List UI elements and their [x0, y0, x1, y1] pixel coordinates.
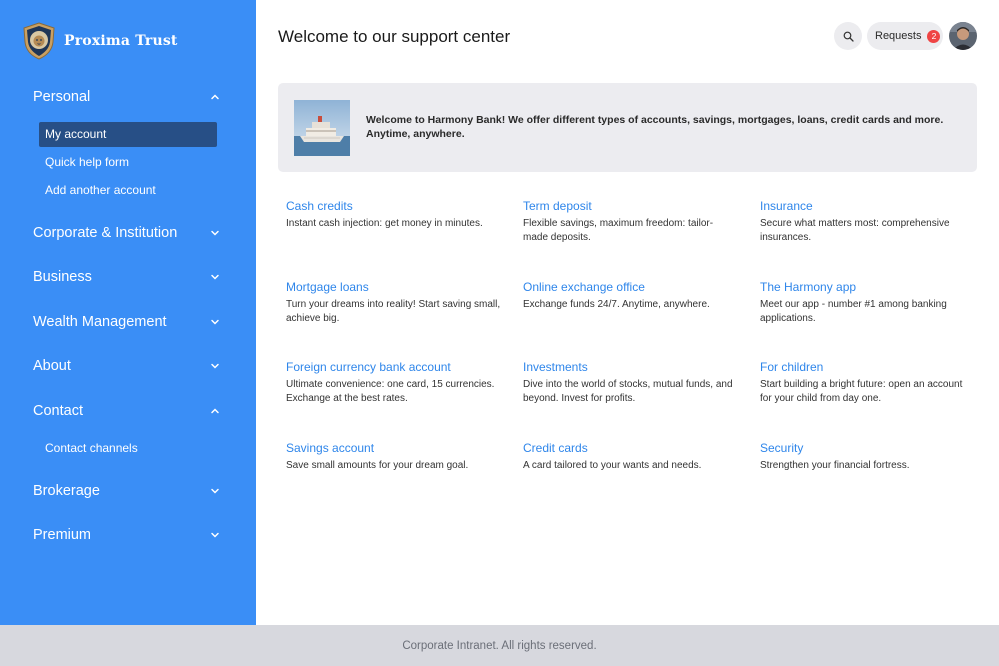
service-description: A card tailored to your wants and needs.	[523, 460, 702, 471]
chevron-down-icon	[211, 319, 219, 325]
nav-section-corporate[interactable]: Corporate & Institution	[33, 225, 221, 241]
nav-section-label: Premium	[33, 527, 92, 543]
service-link[interactable]: Cash credits	[286, 199, 501, 213]
chevron-down-icon	[211, 488, 219, 494]
service-card-online-exchange-office: Online exchange office Exchange funds 24…	[523, 280, 738, 312]
welcome-banner: Welcome to Harmony Bank! We offer differ…	[278, 83, 977, 172]
sidebar-item-quick-help-form[interactable]: Quick help form	[39, 150, 217, 175]
service-description: Ultimate convenience: one card, 15 curre…	[286, 379, 495, 404]
brand-logo[interactable]: Proxima Trust	[22, 22, 178, 60]
nav-section-label: Contact	[33, 403, 83, 419]
brand-name: Proxima Trust	[64, 33, 178, 49]
lion-shield-icon	[23, 22, 55, 60]
banner-image	[294, 100, 350, 156]
service-description: Flexible savings, maximum freedom: tailo…	[523, 218, 714, 243]
footer: Corporate Intranet. All rights reserved.	[0, 625, 999, 666]
ship-image-icon	[294, 100, 350, 156]
service-link[interactable]: Security	[760, 441, 975, 455]
sidebar-item-my-account[interactable]: My account	[39, 122, 217, 147]
service-card-cash-credits: Cash credits Instant cash injection: get…	[286, 199, 501, 231]
nav-section-label: Business	[33, 269, 92, 285]
sidebar-item-add-another-account[interactable]: Add another account	[39, 178, 217, 203]
search-button[interactable]	[834, 22, 862, 50]
avatar[interactable]	[949, 22, 977, 50]
service-link[interactable]: Mortgage loans	[286, 280, 501, 294]
service-link[interactable]: Term deposit	[523, 199, 738, 213]
chevron-down-icon	[211, 363, 219, 369]
sidebar: Proxima Trust Personal My account Quick …	[0, 0, 256, 625]
service-card-foreign-currency-account: Foreign currency bank account Ultimate c…	[286, 360, 501, 406]
banner-text: Welcome to Harmony Bank! We offer differ…	[366, 114, 944, 140]
service-link[interactable]: For children	[760, 360, 975, 374]
nav-section-premium[interactable]: Premium	[33, 527, 221, 543]
service-card-savings-account: Savings account Save small amounts for y…	[286, 441, 501, 473]
service-link[interactable]: Insurance	[760, 199, 975, 213]
service-link[interactable]: Online exchange office	[523, 280, 738, 294]
chevron-down-icon	[211, 532, 219, 538]
nav-section-wealth-management[interactable]: Wealth Management	[33, 314, 221, 330]
service-card-harmony-app: The Harmony app Meet our app - number #1…	[760, 280, 975, 326]
service-description: Turn your dreams into reality! Start sav…	[286, 299, 501, 324]
service-link[interactable]: The Harmony app	[760, 280, 975, 294]
requests-count-badge: 2	[927, 29, 941, 43]
service-card-mortgage-loans: Mortgage loans Turn your dreams into rea…	[286, 280, 501, 326]
sidebar-item-contact-channels[interactable]: Contact channels	[39, 436, 217, 461]
service-description: Instant cash injection: get money in min…	[286, 218, 483, 229]
requests-label: Requests	[875, 30, 922, 42]
nav-section-label: Personal	[33, 89, 91, 105]
nav-section-personal[interactable]: Personal	[33, 89, 221, 105]
service-card-security: Security Strengthen your financial fortr…	[760, 441, 975, 473]
nav-section-label: Brokerage	[33, 483, 100, 499]
nav-section-label: Wealth Management	[33, 314, 167, 330]
service-description: Meet our app - number #1 among banking a…	[760, 299, 947, 324]
chevron-up-icon	[211, 408, 219, 414]
service-card-investments: Investments Dive into the world of stock…	[523, 360, 738, 406]
service-link[interactable]: Savings account	[286, 441, 501, 455]
service-card-credit-cards: Credit cards A card tailored to your wan…	[523, 441, 738, 473]
service-card-term-deposit: Term deposit Flexible savings, maximum f…	[523, 199, 738, 245]
service-description: Save small amounts for your dream goal.	[286, 460, 469, 471]
nav-section-business[interactable]: Business	[33, 269, 221, 285]
user-avatar-icon	[949, 22, 977, 50]
service-link[interactable]: Foreign currency bank account	[286, 360, 501, 374]
nav-section-contact[interactable]: Contact	[33, 403, 221, 419]
chevron-down-icon	[211, 230, 219, 236]
nav-section-about[interactable]: About	[33, 358, 221, 374]
service-card-insurance: Insurance Secure what matters most: comp…	[760, 199, 975, 245]
service-description: Exchange funds 24/7. Anytime, anywhere.	[523, 299, 710, 310]
page-title: Welcome to our support center	[278, 27, 511, 46]
footer-text: Corporate Intranet. All rights reserved.	[402, 639, 597, 652]
requests-button[interactable]: Requests 2	[867, 22, 943, 50]
nav-section-label: About	[33, 358, 71, 374]
nav-section-brokerage[interactable]: Brokerage	[33, 483, 221, 499]
nav-section-label: Corporate & Institution	[33, 225, 178, 241]
service-description: Dive into the world of stocks, mutual fu…	[523, 379, 733, 404]
service-card-for-children: For children Start building a bright fut…	[760, 360, 975, 406]
service-description: Start building a bright future: open an …	[760, 379, 963, 404]
chevron-down-icon	[211, 274, 219, 280]
service-description: Secure what matters most: comprehensive …	[760, 218, 950, 243]
service-link[interactable]: Credit cards	[523, 441, 738, 455]
service-link[interactable]: Investments	[523, 360, 738, 374]
chevron-up-icon	[211, 94, 219, 100]
search-icon	[843, 31, 854, 42]
service-description: Strengthen your financial fortress.	[760, 460, 910, 471]
